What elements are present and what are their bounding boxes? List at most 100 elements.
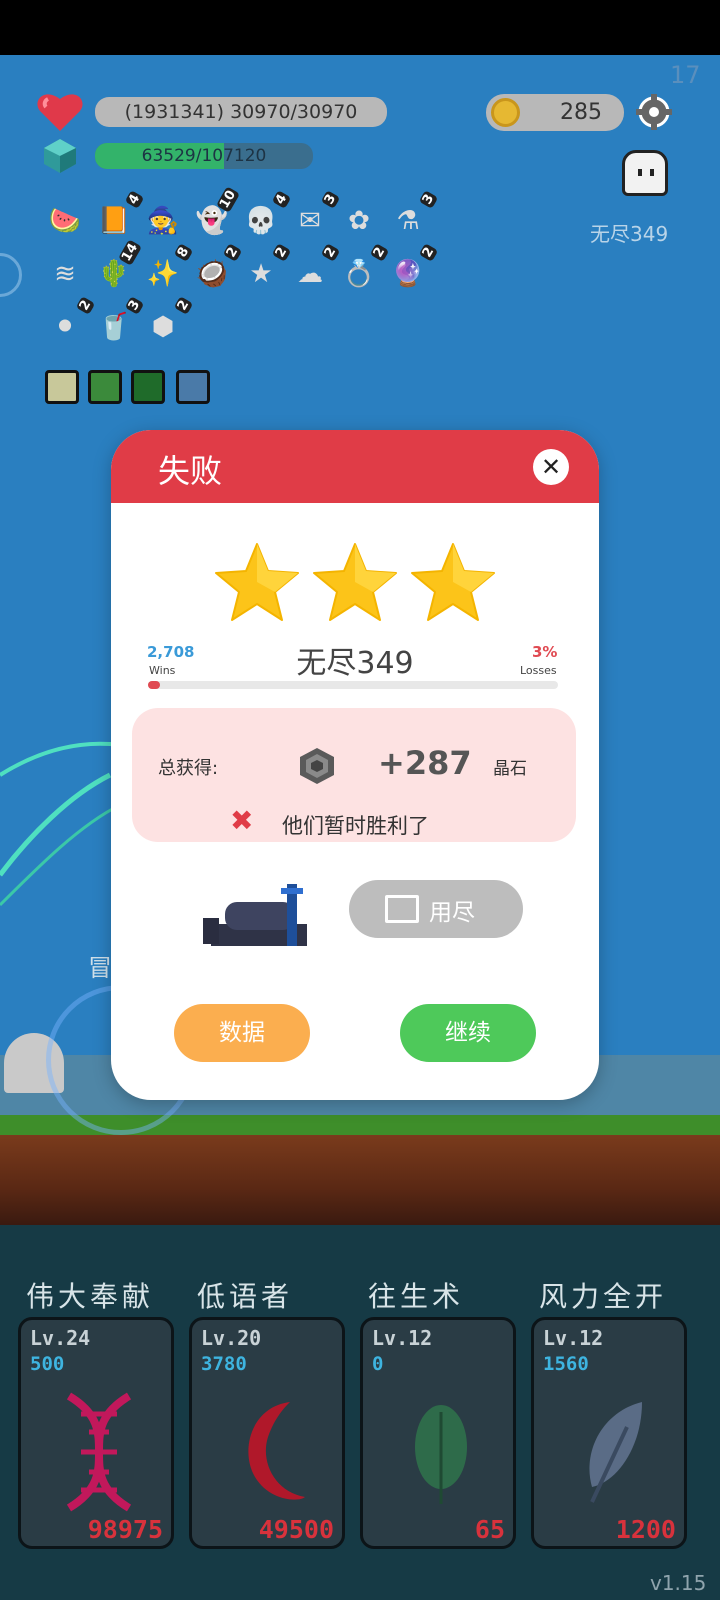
- defeat-dialog: 失败 ✕ 2,708 Wins 3% Losses 无尽349 总获得: +28…: [111, 430, 599, 1100]
- video-icon: [385, 895, 419, 923]
- corner-number: 17: [670, 61, 701, 89]
- inventory-slot[interactable]: ✨ 8: [142, 243, 194, 295]
- inventory-slot[interactable]: 🥤 3: [93, 296, 145, 348]
- coconut-icon: 🥥: [195, 259, 229, 289]
- skill-card[interactable]: Lv.20 3780 49500: [189, 1317, 345, 1549]
- reward-panel: 总获得: +287 晶石 ✖ 他们暂时胜利了: [132, 708, 576, 842]
- skill-cost: 98975: [87, 1515, 163, 1544]
- continue-button[interactable]: 继续: [400, 1004, 536, 1062]
- skill-level: Lv.24: [30, 1326, 91, 1350]
- envelope-icon: ✉: [299, 206, 321, 236]
- crystal-ball-icon: 🔮: [391, 259, 425, 289]
- settings-gear-icon[interactable]: [634, 92, 674, 136]
- inventory-slot[interactable]: 🍉: [44, 200, 86, 242]
- heart-icon: [36, 89, 84, 137]
- inventory-slot[interactable]: ☁ 2: [289, 243, 341, 295]
- drink-icon: 🥤: [97, 312, 131, 342]
- inventory-slot[interactable]: ⚗ 3: [387, 190, 439, 242]
- skill-value: 3780: [201, 1353, 247, 1375]
- inventory-slot[interactable]: 🔮 2: [387, 243, 439, 295]
- relic-slot-3[interactable]: [131, 370, 165, 404]
- skill-card[interactable]: Lv.24 500 98975: [18, 1317, 174, 1549]
- skill-value: 500: [30, 1353, 65, 1375]
- boss-sprite: [203, 884, 307, 946]
- inventory-slot[interactable]: ✿: [338, 200, 380, 242]
- ring-icon: 💍: [342, 259, 376, 289]
- wand-icon: ✨: [146, 259, 180, 289]
- fail-message: 他们暂时胜利了: [282, 814, 429, 838]
- watch-ad-label: 用尽: [429, 900, 475, 926]
- inventory-slot[interactable]: ≋: [44, 253, 86, 295]
- relic-slot-1[interactable]: [45, 370, 79, 404]
- wings-icon: ≋: [54, 259, 76, 289]
- star-icon: [313, 543, 397, 621]
- reward-unit: 晶石: [493, 759, 527, 779]
- close-icon: ✕: [540, 453, 562, 481]
- inventory-slot[interactable]: 🧙: [142, 200, 184, 242]
- watermelon-icon: 🍉: [48, 206, 82, 236]
- inventory-slot[interactable]: ⬢ 2: [142, 296, 194, 348]
- hp-bar: (1931341) 30970/30970: [95, 97, 387, 127]
- watch-ad-button[interactable]: 用尽: [349, 880, 523, 938]
- skill-cost: 65: [474, 1515, 505, 1544]
- dirt-ground: [0, 1135, 720, 1225]
- skill-name: 往生术: [368, 1280, 465, 1313]
- inventory-slot[interactable]: 👻 10: [191, 186, 240, 242]
- ghost-pet-icon[interactable]: [622, 150, 668, 196]
- coin-icon: [491, 98, 520, 127]
- mode-label: 无尽349: [590, 222, 669, 246]
- potion-icon: ⚗: [396, 206, 420, 236]
- gear-flower-icon: ✿: [348, 206, 370, 236]
- dialog-title: 失败: [158, 452, 223, 490]
- star-box-icon: ★: [249, 259, 273, 289]
- skill-name: 伟大奉献: [26, 1280, 155, 1313]
- version-label: v1.15: [650, 1571, 707, 1595]
- xp-bar: 63529/107120: [95, 143, 313, 169]
- xp-text: 63529/107120: [141, 146, 267, 166]
- reward-label: 总获得:: [158, 758, 219, 779]
- stats-button[interactable]: 数据: [174, 1004, 310, 1062]
- leaf-icon: [415, 1405, 467, 1504]
- book-icon: 📙: [97, 206, 131, 236]
- cactus-icon: 🌵: [97, 259, 131, 289]
- skill-level: Lv.12: [543, 1326, 604, 1350]
- inventory-slot[interactable]: 🌵 14: [93, 239, 142, 295]
- item-count: 2: [173, 296, 194, 315]
- skill-level: Lv.12: [372, 1326, 433, 1350]
- stage-name: 无尽349: [296, 646, 414, 681]
- inventory-slot[interactable]: 💍 2: [338, 243, 390, 295]
- skill-card[interactable]: Lv.12 1560 1200: [531, 1317, 687, 1549]
- crystal-icon: [300, 748, 334, 784]
- inventory-slot[interactable]: 🥥 2: [191, 243, 243, 295]
- loss-progress-bar: [148, 681, 558, 689]
- skill-cost: 49500: [258, 1515, 334, 1544]
- skill-value: 0: [372, 1353, 384, 1375]
- inventory-slot[interactable]: 📙 4: [93, 190, 145, 242]
- magic-arc-effect: [0, 741, 120, 907]
- side-round-button[interactable]: [0, 253, 22, 297]
- inventory-slot[interactable]: ★ 2: [240, 243, 292, 295]
- inventory-slot[interactable]: ✉ 3: [289, 190, 341, 242]
- gem-icon: ⬢: [151, 312, 175, 342]
- relic-slot-4[interactable]: [176, 370, 210, 404]
- reward-amount: +287: [378, 744, 472, 782]
- behind-label: 冒: [88, 954, 112, 982]
- inventory-slot[interactable]: ⚫ 2: [44, 296, 96, 348]
- skill-value: 1560: [543, 1353, 589, 1375]
- skill-name: 低语者: [197, 1280, 294, 1313]
- dna-icon: [66, 1392, 132, 1512]
- skill-card[interactable]: Lv.12 0 65: [360, 1317, 516, 1549]
- skill-name: 风力全开: [539, 1280, 668, 1313]
- close-button[interactable]: ✕: [533, 449, 569, 485]
- star-icon: [411, 543, 495, 621]
- loss-progress-fill: [148, 681, 161, 689]
- cauldron-icon: ⚫: [54, 312, 76, 342]
- inventory-slot[interactable]: 💀 4: [240, 190, 292, 242]
- ghost-icon: 👻: [195, 206, 229, 236]
- feather-icon: [589, 1402, 642, 1503]
- dialog-header: 失败 ✕: [111, 430, 599, 503]
- star-icon: [215, 543, 299, 621]
- relic-slot-2[interactable]: [88, 370, 122, 404]
- hp-text: (1931341) 30970/30970: [124, 101, 358, 123]
- mana-gem-icon: [44, 139, 76, 177]
